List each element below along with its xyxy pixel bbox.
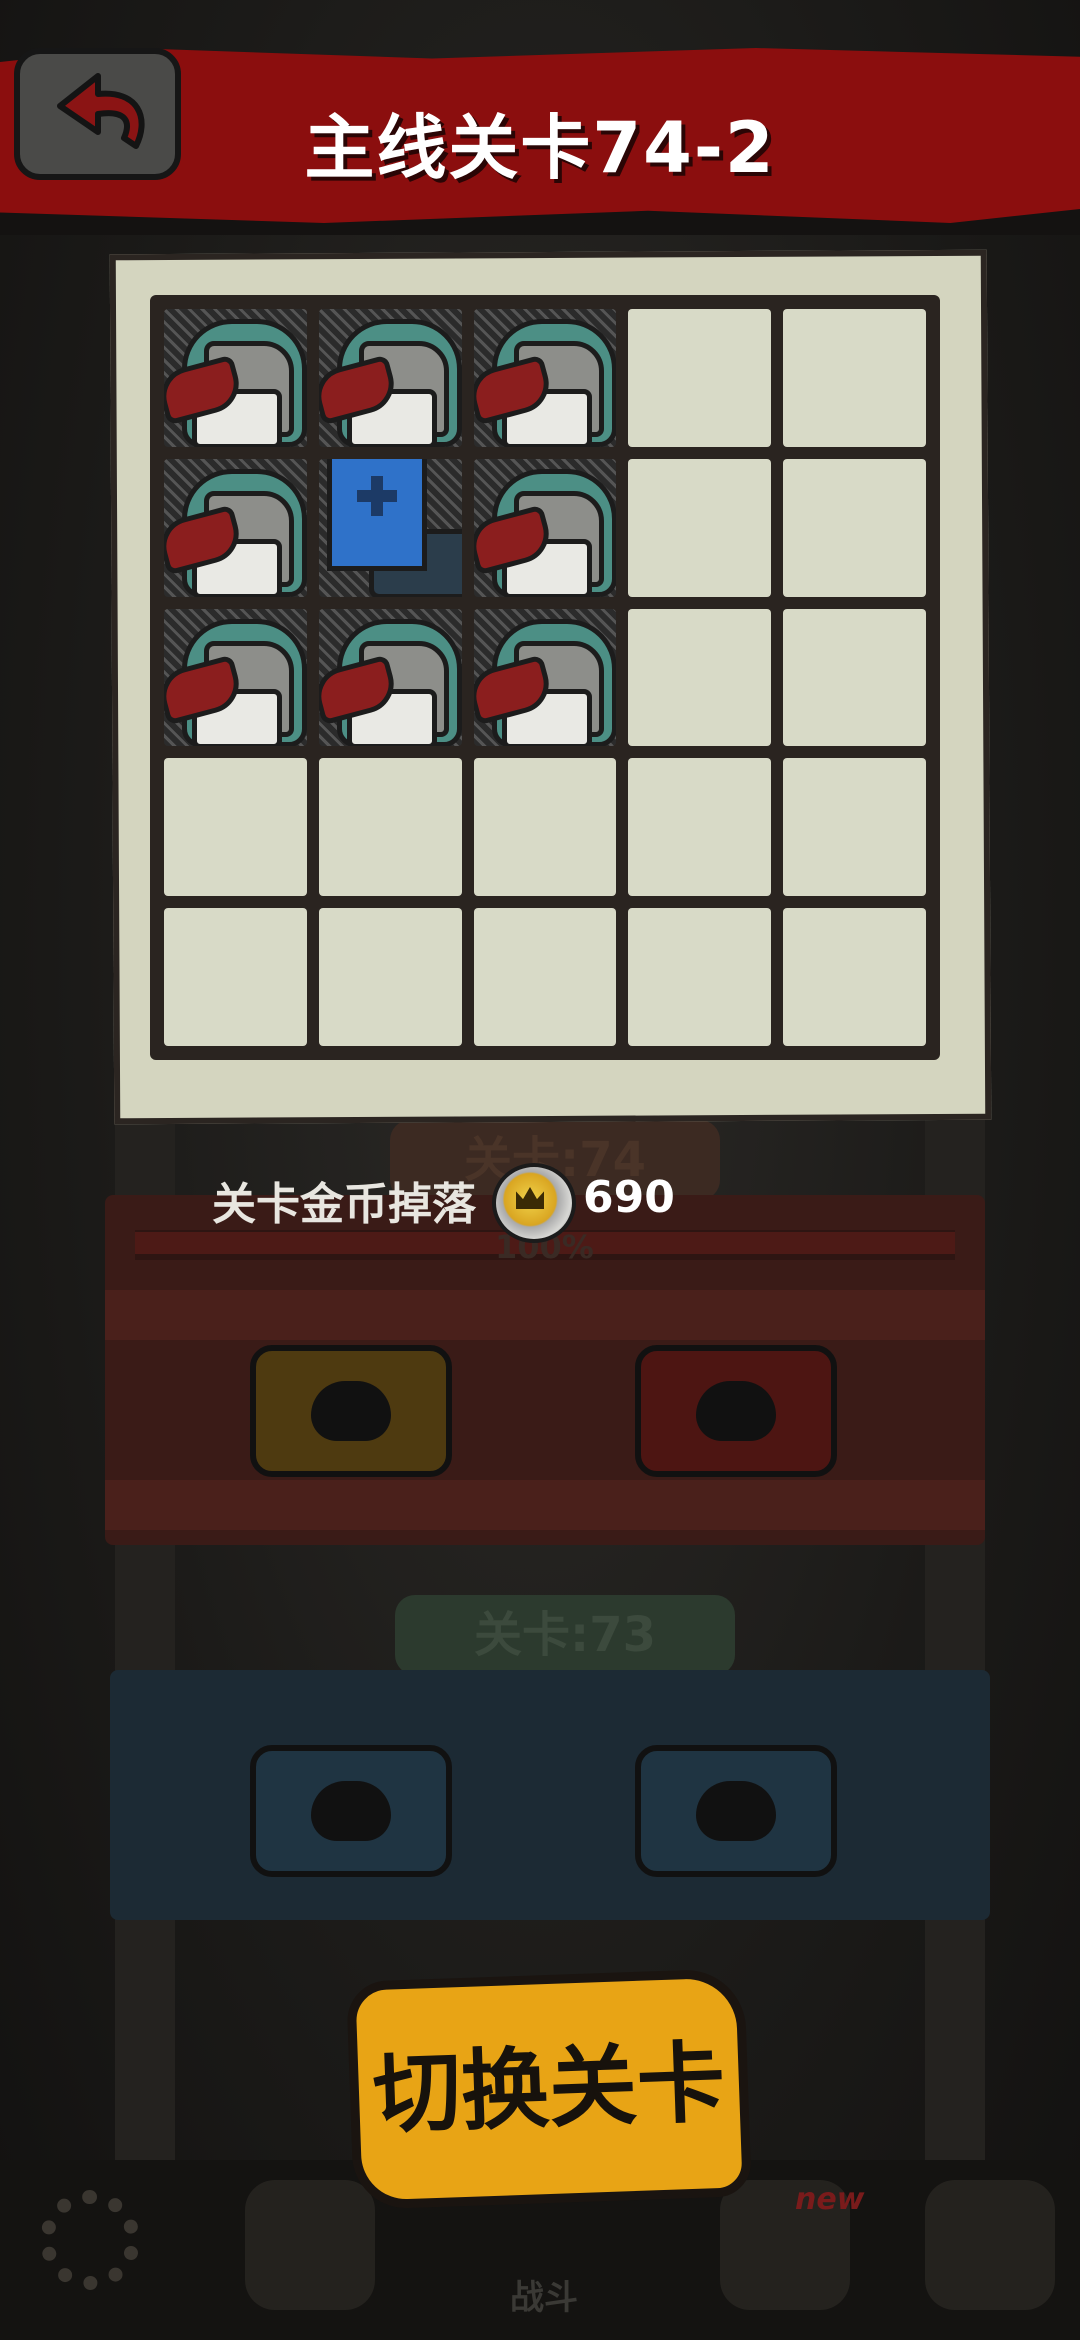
knight-unit-icon — [473, 609, 617, 747]
knight-unit-icon — [164, 459, 307, 597]
knight-unit-icon — [164, 609, 307, 747]
grid-cell-standard-bearer[interactable] — [318, 458, 462, 597]
formation-grid — [150, 295, 940, 1060]
settings-gear-icon — [40, 2190, 140, 2290]
back-button[interactable] — [14, 48, 181, 180]
blue-shelf — [110, 1670, 990, 1920]
grid-cell-empty[interactable] — [628, 908, 772, 1046]
nav-battle-label: 战斗 — [510, 2278, 578, 2318]
red-plank — [105, 1290, 985, 1340]
grid-cell-knight[interactable] — [164, 458, 307, 597]
nav-item-map — [245, 2180, 375, 2310]
grid-cell-empty[interactable] — [783, 458, 926, 597]
switch-stage-button[interactable]: 切换关卡 — [346, 1968, 752, 2210]
new-badge: new — [795, 2182, 865, 2217]
grid-cell-empty[interactable] — [783, 608, 926, 747]
stage-74-normal-button — [250, 1345, 452, 1477]
grid-cell-empty[interactable] — [783, 908, 926, 1046]
knight-unit-icon — [473, 309, 617, 447]
grid-cell-empty[interactable] — [628, 458, 772, 597]
stage-tag-73: 关卡:73 — [395, 1595, 735, 1675]
crown-coin-icon — [492, 1163, 576, 1243]
grid-cell-empty[interactable] — [783, 309, 926, 447]
grid-cell-knight[interactable] — [318, 309, 462, 447]
nav-item-heroes — [925, 2180, 1055, 2310]
grid-cell-empty[interactable] — [628, 309, 772, 447]
grid-cell-empty[interactable] — [318, 908, 462, 1046]
grid-cell-knight[interactable] — [473, 608, 617, 747]
grid-cell-empty[interactable] — [473, 908, 617, 1046]
coin-drop-label: 关卡金币掉落 — [212, 1179, 476, 1230]
knight-unit-icon — [473, 459, 617, 597]
grid-cell-empty[interactable] — [164, 758, 307, 897]
grid-cell-empty[interactable] — [473, 758, 617, 897]
back-arrow-icon — [57, 73, 145, 149]
knight-unit-icon — [318, 309, 462, 447]
grid-cell-empty[interactable] — [318, 758, 462, 897]
knight-unit-icon — [318, 609, 462, 747]
standard-bearer-unit-icon — [319, 458, 462, 597]
grid-cell-empty[interactable] — [164, 908, 307, 1046]
grid-cell-empty[interactable] — [783, 758, 926, 897]
coin-drop-value: 690 — [583, 1172, 675, 1223]
grid-cell-knight[interactable] — [473, 309, 617, 447]
page-title: 主线关卡74-2 — [304, 107, 776, 189]
grid-cell-knight[interactable] — [164, 309, 307, 447]
grid-cell-knight[interactable] — [318, 608, 462, 747]
grid-cell-knight[interactable] — [164, 608, 307, 747]
switch-stage-label: 切换关卡 — [371, 2030, 727, 2147]
grid-cell-knight[interactable] — [473, 458, 617, 597]
stage-73-elite-button — [635, 1745, 837, 1877]
red-plank — [105, 1480, 985, 1530]
stage-73-normal-button — [250, 1745, 452, 1877]
grid-cell-empty[interactable] — [628, 608, 772, 747]
stage-74-elite-button — [635, 1345, 837, 1477]
grid-cell-empty[interactable] — [628, 758, 772, 897]
knight-unit-icon — [164, 309, 307, 447]
